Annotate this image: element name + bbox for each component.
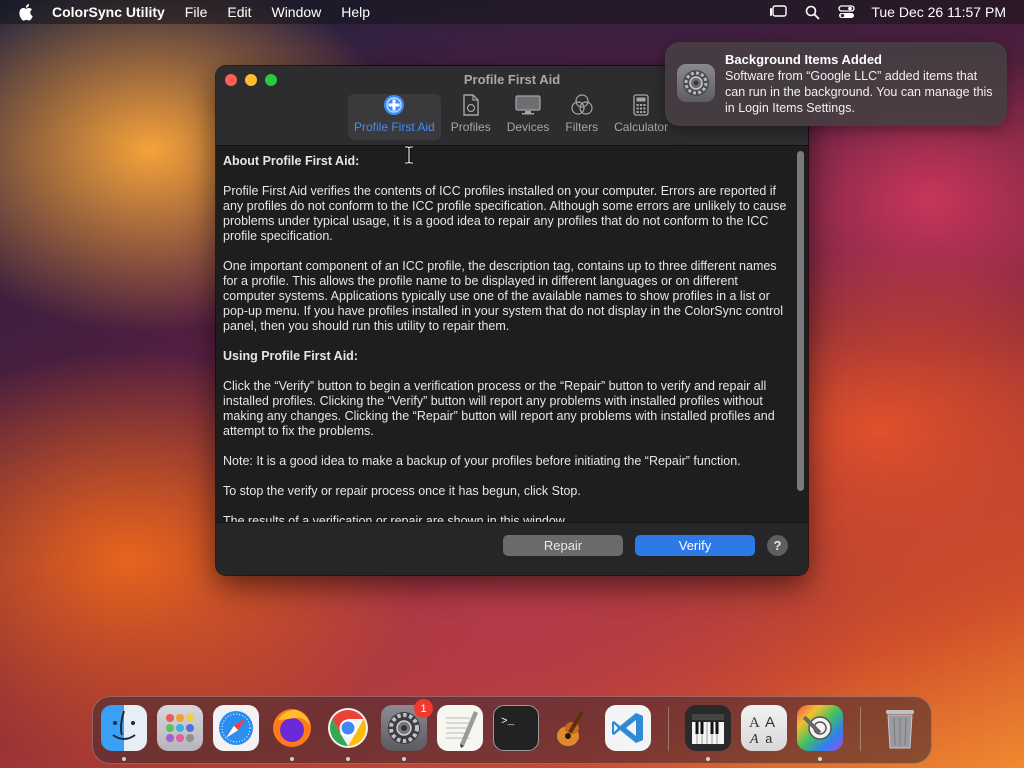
window-bottom-bar: Repair Verify ? [216, 522, 808, 575]
piano-running-indicator [706, 757, 710, 761]
stage-manager-icon[interactable] [769, 4, 788, 20]
finder-running-indicator [122, 757, 126, 761]
menu-file[interactable]: File [185, 4, 208, 20]
notification-body: Software from “Google LLC” added items t… [725, 69, 993, 115]
system-settings-gear-icon [677, 64, 715, 102]
tab-label: Devices [506, 120, 550, 134]
tab-profile-first-aid[interactable]: Profile First Aid [348, 94, 441, 140]
firefox-running-indicator [290, 757, 294, 761]
dock-separator [668, 707, 669, 751]
using-heading: Using Profile First Aid: [223, 349, 358, 363]
help-button[interactable]: ? [767, 535, 788, 556]
chrome-icon[interactable] [325, 705, 371, 751]
system-settings-icon[interactable]: 1 [381, 699, 433, 751]
system-settings-running-indicator [402, 757, 406, 761]
vertical-scrollbar[interactable] [794, 149, 806, 521]
tab-label: Filters [565, 120, 599, 134]
svg-text:>_: >_ [501, 716, 515, 728]
finder-icon[interactable] [101, 705, 147, 751]
background-items-notification[interactable]: Background Items Added Software from “Go… [665, 42, 1007, 126]
colorsync-icon[interactable] [797, 705, 843, 751]
dock-separator [860, 707, 861, 751]
dock: 1 >_ AAAa [92, 696, 932, 764]
font-book-icon[interactable]: AAAa [741, 705, 787, 751]
spotlight-search-icon[interactable] [803, 4, 821, 20]
monitor-icon [515, 94, 541, 116]
info-text-view[interactable]: About Profile First Aid: Profile First A… [216, 147, 808, 528]
repair-button[interactable]: Repair [503, 535, 623, 556]
control-center-icon[interactable] [837, 4, 855, 20]
menu-window[interactable]: Window [271, 4, 321, 20]
svg-text:A: A [765, 714, 775, 731]
paragraph-stop-instructions: To stop the verify or repair process onc… [223, 484, 581, 498]
svg-text:A: A [749, 732, 759, 747]
vscode-icon[interactable] [605, 705, 651, 751]
garageband-icon[interactable] [549, 705, 595, 751]
terminal-icon[interactable]: >_ [493, 705, 539, 751]
calculator-icon [633, 94, 649, 116]
apple-menu-icon[interactable] [18, 3, 36, 21]
firefox-icon[interactable] [269, 705, 315, 751]
menu-bar: ColorSync Utility File Edit Window Help … [0, 0, 1024, 24]
notification-badge: 1 [414, 699, 433, 718]
verify-button[interactable]: Verify [635, 535, 755, 556]
tab-label: Calculator [614, 120, 669, 134]
chrome-running-indicator [346, 757, 350, 761]
menu-bar-clock[interactable]: Tue Dec 26 11:57 PM [871, 4, 1006, 20]
plus-circle-icon [383, 94, 405, 116]
paragraph-how-to-use: Click the “Verify” button to begin a ver… [223, 379, 775, 438]
textedit-icon[interactable] [437, 705, 483, 751]
scrollbar-thumb[interactable] [797, 151, 804, 491]
piano-icon[interactable] [685, 705, 731, 751]
menu-edit[interactable]: Edit [227, 4, 251, 20]
svg-text:A: A [749, 715, 760, 731]
launchpad-icon[interactable] [157, 705, 203, 751]
window-toolbar: Profile First Aid Profiles Devices Filte… [348, 94, 674, 140]
trash-icon[interactable] [877, 705, 923, 751]
app-name-menu[interactable]: ColorSync Utility [52, 4, 165, 20]
colorsync-running-indicator [818, 757, 822, 761]
profile-first-aid-window: Profile First Aid Profile First Aid Prof… [216, 66, 808, 575]
tab-label: Profiles [450, 120, 491, 134]
paragraph-verify-description: Profile First Aid verifies the contents … [223, 184, 787, 243]
tab-filters[interactable]: Filters [559, 94, 604, 140]
tab-profiles[interactable]: Profiles [445, 94, 497, 140]
menu-help[interactable]: Help [341, 4, 370, 20]
help-text: About Profile First Aid: Profile First A… [223, 154, 789, 544]
paragraph-description-tag: One important component of an ICC profil… [223, 259, 784, 333]
document-icon [461, 94, 481, 116]
svg-text:a: a [765, 732, 773, 747]
filters-icon [570, 94, 594, 116]
tab-label: Profile First Aid [354, 120, 435, 134]
tab-devices[interactable]: Devices [501, 94, 556, 140]
safari-icon[interactable] [213, 705, 259, 751]
notification-title: Background Items Added [725, 52, 882, 67]
about-heading: About Profile First Aid: [223, 154, 360, 168]
paragraph-backup-note: Note: It is a good idea to make a backup… [223, 454, 741, 468]
ibeam-cursor-icon [403, 145, 415, 169]
